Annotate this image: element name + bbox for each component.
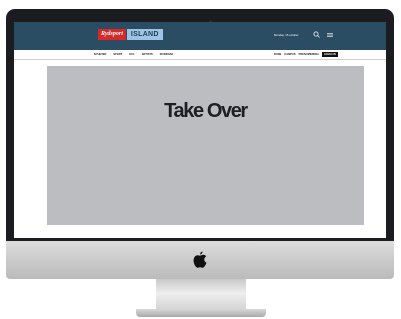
- main-nav: NYHETER SPORT KUL ARTISTS MARKNAD RUNE K…: [14, 50, 386, 60]
- browser-screen: Rydsport ISLAND Monday, 15 october NYHET…: [14, 22, 386, 238]
- header-date: Monday, 15 october: [274, 33, 299, 37]
- search-icon[interactable]: [313, 31, 320, 38]
- monitor-chin: [6, 241, 394, 279]
- site-header: Rydsport ISLAND Monday, 15 october: [14, 22, 386, 50]
- apple-logo-icon: [193, 251, 207, 268]
- nav-item-kul[interactable]: KUL: [129, 50, 134, 59]
- menu-icon[interactable]: [327, 33, 333, 37]
- nav-item-nyheter[interactable]: NYHETER: [94, 50, 106, 59]
- nav-item-kampus[interactable]: KAMPUS: [284, 50, 295, 59]
- nav-right: RUNE KAMPUS PRENUMERERA LOGGA IN: [274, 50, 338, 59]
- nav-item-prenumerera[interactable]: PRENUMERERA: [299, 50, 319, 59]
- nav-item-rune[interactable]: RUNE: [274, 50, 281, 59]
- nav-item-artists[interactable]: ARTISTS: [142, 50, 153, 59]
- imac-monitor: Rydsport ISLAND Monday, 15 october NYHET…: [6, 9, 394, 279]
- logo-primary: Rydsport: [98, 29, 126, 40]
- site-logo[interactable]: Rydsport ISLAND: [98, 29, 163, 40]
- monitor-stand-base: [136, 309, 266, 317]
- screen-bezel: Rydsport ISLAND Monday, 15 october NYHET…: [6, 9, 394, 241]
- nav-left: NYHETER SPORT KUL ARTISTS MARKNAD: [94, 50, 173, 59]
- monitor-stand: [156, 279, 246, 311]
- login-button[interactable]: LOGGA IN: [321, 52, 338, 57]
- logo-secondary: ISLAND: [126, 29, 163, 40]
- nav-item-sport[interactable]: SPORT: [113, 50, 122, 59]
- takeover-title: Take Over: [164, 100, 248, 122]
- takeover-banner[interactable]: Take Over: [47, 66, 364, 225]
- nav-item-marknad[interactable]: MARKNAD: [160, 50, 173, 59]
